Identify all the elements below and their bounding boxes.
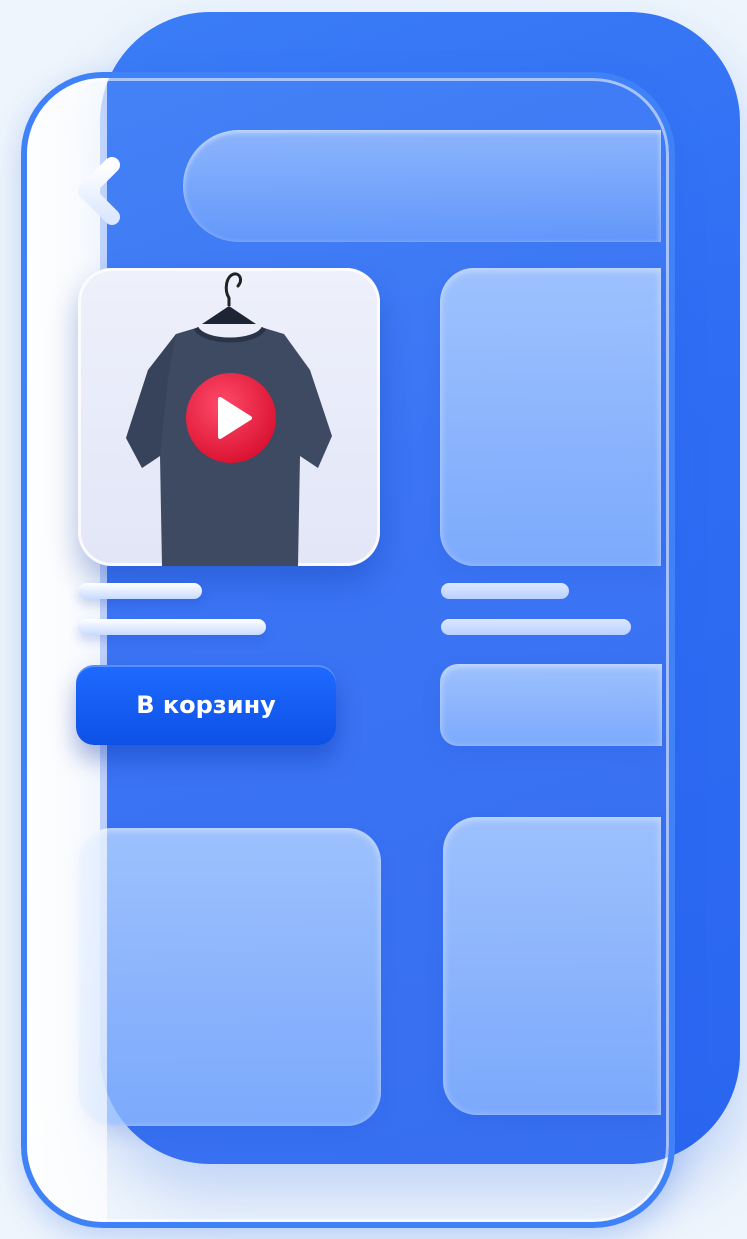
title-line-placeholder xyxy=(78,583,202,599)
add-to-cart-button[interactable]: В корзину xyxy=(76,665,336,745)
product-card[interactable] xyxy=(78,268,380,566)
price-line-placeholder xyxy=(78,619,266,635)
phone-frame xyxy=(21,72,675,1228)
play-icon[interactable] xyxy=(184,371,278,465)
back-arrow-icon[interactable] xyxy=(72,155,158,227)
glass-edge xyxy=(27,78,107,1222)
